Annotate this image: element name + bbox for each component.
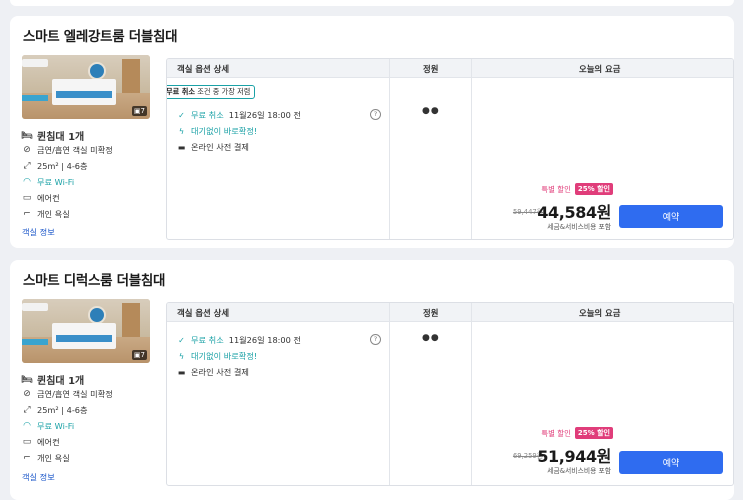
amenity-bath: ⌐ 개인 욕실 bbox=[23, 453, 70, 463]
photo-count-badge: ▣7 bbox=[131, 350, 147, 360]
header-options: 객실 옵션 상세 bbox=[177, 64, 230, 74]
lightning-icon: ϟ bbox=[178, 351, 185, 361]
room-card: 스마트 디럭스룸 더블침대 ▣7 🛏 퀸침대 1개 ⊘ 금연/흡연 객실 미확정 ⤢… bbox=[10, 260, 734, 500]
check-circle-icon: ✓ bbox=[178, 335, 185, 345]
wifi-icon: ◠ bbox=[23, 177, 31, 187]
discount-badge: 25% 할인 bbox=[574, 183, 613, 195]
credit-card-icon: ▬ bbox=[177, 367, 186, 377]
lightning-icon: ϟ bbox=[178, 126, 185, 136]
bed-icon: 🛏 bbox=[21, 130, 33, 141]
room-card: 스마트 엘레강트룸 더블침대 ▣7 🛏 퀸침대 1개 ⊘ 금연/흡연 객실 미확정 … bbox=[10, 16, 734, 248]
cancel-policy: ✓ 무료 취소 11월26일 18:00 전 bbox=[178, 335, 301, 345]
amenity-smoking: ⊘ 금연/흡연 객실 미확정 bbox=[23, 389, 113, 399]
air-conditioner-icon: ▭ bbox=[22, 437, 32, 447]
room-info-link[interactable]: 객실 정보 bbox=[22, 226, 55, 238]
photo-count-badge: ▣7 bbox=[131, 106, 147, 116]
room-options-table: 객실 옵션 상세 정원 오늘의 요금 무료 취소 조건 중 가장 저렴 ✓ 무료… bbox=[166, 58, 734, 240]
room-info-link[interactable]: 객실 정보 bbox=[22, 471, 55, 483]
bed-type: 🛏 퀸침대 1개 bbox=[21, 374, 85, 388]
no-smoking-icon: ⊘ bbox=[23, 145, 31, 155]
photo-count-icon: ▣ bbox=[133, 107, 141, 115]
shower-icon: ⌐ bbox=[23, 209, 31, 219]
header-price: 오늘의 요금 bbox=[579, 64, 621, 74]
check-circle-icon: ✓ bbox=[178, 110, 185, 120]
room-title: 스마트 엘레강트룸 더블침대 bbox=[23, 29, 178, 45]
header-price: 오늘의 요금 bbox=[579, 308, 621, 318]
room-size-icon: ⤢ bbox=[23, 405, 31, 415]
payment-type: ▬ 온라인 사전 결제 bbox=[177, 367, 249, 377]
credit-card-icon: ▬ bbox=[177, 142, 186, 152]
air-conditioner-icon: ▭ bbox=[22, 193, 32, 203]
room-photo[interactable]: ▣7 bbox=[22, 55, 150, 119]
cheapest-free-cancel-tag: 무료 취소 조건 중 가장 저렴 bbox=[167, 85, 256, 99]
final-price: 51,944원 bbox=[537, 447, 611, 466]
amenity-bath: ⌐ 개인 욕실 bbox=[23, 209, 70, 219]
room-title: 스마트 디럭스룸 더블침대 bbox=[23, 273, 166, 289]
discount-badge: 25% 할인 bbox=[574, 427, 613, 439]
amenity-smoking: ⊘ 금연/흡연 객실 미확정 bbox=[23, 145, 113, 155]
person-icon: ● bbox=[422, 333, 431, 343]
discount-row: 특별 할인 25% 할인 bbox=[541, 183, 613, 195]
amenity-wifi: ◠ 무료 Wi-Fi bbox=[23, 177, 75, 187]
person-icon: ● bbox=[422, 106, 431, 116]
previous-card-edge bbox=[10, 0, 734, 6]
person-icon: ● bbox=[430, 333, 440, 343]
bed-icon: 🛏 bbox=[21, 374, 33, 385]
amenity-size: ⤢ 25m² | 4-6층 bbox=[23, 405, 88, 415]
final-price: 44,584원 bbox=[537, 203, 611, 222]
amenity-size: ⤢ 25m² | 4-6층 bbox=[23, 161, 88, 171]
amenity-ac: ▭ 에어컨 bbox=[22, 193, 60, 203]
book-button[interactable]: 예약 bbox=[619, 451, 723, 474]
bed-type: 🛏 퀸침대 1개 bbox=[21, 130, 85, 144]
instant-confirm: ϟ 대기없이 바로확정! bbox=[178, 126, 258, 136]
question-icon[interactable]: ? bbox=[370, 109, 381, 120]
tax-note: 세금&서비스비용 포함 bbox=[547, 467, 611, 475]
amenity-wifi: ◠ 무료 Wi-Fi bbox=[23, 421, 75, 431]
tax-note: 세금&서비스비용 포함 bbox=[547, 223, 611, 231]
capacity-guests: ●● bbox=[422, 106, 446, 116]
table-header: 객실 옵션 상세 정원 오늘의 요금 bbox=[167, 303, 733, 322]
room-size-icon: ⤢ bbox=[23, 161, 31, 171]
shower-icon: ⌐ bbox=[23, 453, 31, 463]
wifi-icon: ◠ bbox=[23, 421, 31, 431]
person-icon: ● bbox=[430, 106, 440, 116]
cancel-policy: ✓ 무료 취소 11월26일 18:00 전 bbox=[178, 110, 301, 120]
capacity-guests: ●● bbox=[422, 333, 446, 343]
amenity-ac: ▭ 에어컨 bbox=[22, 437, 60, 447]
instant-confirm: ϟ 대기없이 바로확정! bbox=[178, 351, 258, 361]
header-capacity: 정원 bbox=[423, 308, 439, 318]
no-smoking-icon: ⊘ bbox=[23, 389, 31, 399]
header-options: 객실 옵션 상세 bbox=[177, 308, 230, 318]
book-button[interactable]: 예약 bbox=[619, 205, 723, 228]
room-options-table: 객실 옵션 상세 정원 오늘의 요금 ✓ 무료 취소 11월26일 18:00 … bbox=[166, 302, 734, 486]
photo-count-icon: ▣ bbox=[133, 351, 141, 359]
table-header: 객실 옵션 상세 정원 오늘의 요금 bbox=[167, 59, 733, 78]
discount-row: 특별 할인 25% 할인 bbox=[541, 427, 613, 439]
payment-type: ▬ 온라인 사전 결제 bbox=[177, 142, 249, 152]
header-capacity: 정원 bbox=[423, 64, 439, 74]
question-icon[interactable]: ? bbox=[370, 334, 381, 345]
room-photo[interactable]: ▣7 bbox=[22, 299, 150, 363]
